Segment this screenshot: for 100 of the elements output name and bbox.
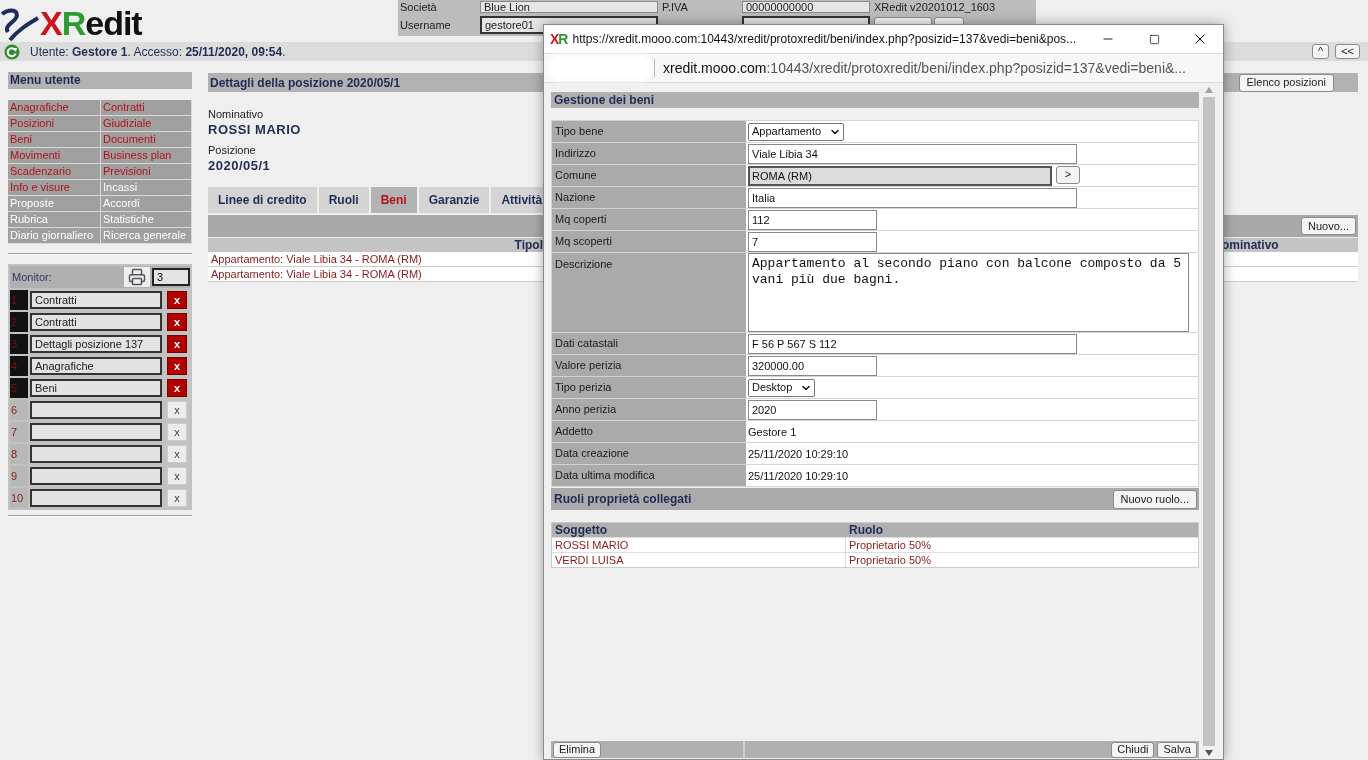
menu-header: Menu utente bbox=[8, 72, 192, 89]
table-cell[interactable]: VERDI LUISA bbox=[552, 553, 846, 567]
field-label: Username bbox=[399, 17, 452, 33]
column-header: Ruolo bbox=[848, 523, 884, 537]
table-cell[interactable]: Appartamento: Viale Libia 34 - ROMA (RM) bbox=[208, 267, 422, 281]
slot-number: 3 bbox=[10, 334, 28, 354]
close-button[interactable]: x bbox=[167, 313, 187, 331]
menu-item: Proposte bbox=[8, 196, 101, 212]
field-value: 25/11/2020 10:29:10 bbox=[748, 468, 849, 483]
close-button[interactable]: x bbox=[167, 335, 187, 353]
slot-number: 1 bbox=[10, 290, 28, 310]
section-header: Ruoli proprietà collegati bbox=[554, 491, 692, 508]
column-header: Soggetto bbox=[554, 523, 608, 537]
footer-button[interactable]: Chiudi bbox=[1111, 741, 1155, 758]
logo-swoosh-icon bbox=[0, 6, 40, 42]
close-button[interactable]: x bbox=[167, 357, 187, 375]
slot-number: 8 bbox=[10, 444, 28, 464]
field-label: Addetto bbox=[552, 421, 746, 442]
field-label: Data ultima modifica bbox=[552, 465, 746, 486]
close-button[interactable]: x bbox=[167, 445, 187, 463]
new-button[interactable]: Nuovo... bbox=[1301, 217, 1356, 235]
menu-item: Rubrica bbox=[8, 212, 101, 228]
slot-field[interactable]: Contratti bbox=[30, 313, 162, 331]
address-text: xredit.mooo.com:10443/xredit/protoxredit/beni/index.php?posizid=137&vedi=beni&... bbox=[663, 58, 1186, 78]
menu-item: Incassi bbox=[101, 180, 192, 196]
slot-field[interactable] bbox=[30, 489, 162, 507]
field-value: Gestore 1 bbox=[748, 424, 797, 439]
nav-button[interactable]: << bbox=[1335, 44, 1360, 59]
slot-number: 2 bbox=[10, 312, 28, 332]
table-cell[interactable]: Proprietario 50% bbox=[846, 553, 1198, 567]
logo-text: XRedit bbox=[40, 4, 142, 42]
slot-number: 4 bbox=[10, 356, 28, 376]
field-label: Società bbox=[399, 0, 438, 13]
field-label: Data creazione bbox=[552, 443, 746, 464]
field-label: Anno perizia bbox=[552, 399, 746, 420]
slot-field[interactable] bbox=[30, 445, 162, 463]
input-field[interactable]: 00000000000 bbox=[742, 0, 870, 13]
field-label: P.IVA bbox=[661, 0, 689, 13]
select-field[interactable]: Desktop bbox=[748, 378, 816, 397]
close-button[interactable]: x bbox=[167, 467, 187, 485]
field-label: Valore perizia bbox=[552, 355, 746, 376]
tab[interactable]: Garanzie bbox=[418, 187, 490, 213]
field-label: Posizione bbox=[208, 143, 256, 157]
slot-field[interactable]: Dettagli posizione 137 bbox=[30, 335, 162, 353]
slot-field[interactable] bbox=[30, 467, 162, 485]
table-cell[interactable]: Proprietario 50% bbox=[846, 538, 1198, 552]
close-button[interactable]: x bbox=[167, 489, 187, 507]
close-button[interactable]: x bbox=[167, 401, 187, 419]
field-label: Tipo perizia bbox=[552, 377, 746, 398]
field-label: Indirizzo bbox=[552, 143, 746, 164]
lookup-button[interactable]: > bbox=[1056, 165, 1080, 184]
menu-item: Accordi bbox=[101, 196, 192, 212]
slot-field[interactable]: Beni bbox=[30, 379, 162, 397]
field-label: Nominativo bbox=[208, 107, 264, 121]
nav-button[interactable]: ^ bbox=[1311, 44, 1330, 59]
field-value: ROSSI MARIO bbox=[208, 121, 301, 139]
delete-button[interactable]: Elimina bbox=[553, 741, 602, 758]
select-field[interactable]: Appartamento bbox=[748, 122, 845, 141]
field-label: Tipo bene bbox=[552, 121, 746, 142]
input-field[interactable]: 320000.00 bbox=[748, 355, 877, 376]
field-value: 25/11/2020 10:29:10 bbox=[748, 446, 849, 461]
scroll-down-icon[interactable] bbox=[1205, 750, 1213, 756]
new-role-button[interactable]: Nuovo ruolo... bbox=[1112, 489, 1197, 509]
app-icon: XR bbox=[550, 32, 568, 46]
input-field[interactable]: Italia bbox=[748, 187, 1077, 208]
field-label: Mq coperti bbox=[552, 209, 746, 230]
refresh-icon[interactable] bbox=[4, 43, 20, 60]
table-cell[interactable]: Appartamento: Viale Libia 34 - ROMA (RM) bbox=[208, 252, 422, 266]
slot-number: 7 bbox=[10, 422, 28, 442]
slot-field[interactable] bbox=[30, 423, 162, 441]
close-button[interactable]: x bbox=[167, 379, 187, 397]
footer-button[interactable]: Salva bbox=[1157, 741, 1197, 758]
input-field[interactable]: 2020 bbox=[748, 399, 877, 420]
session-text: Utente: Gestore 1. Accesso: 25/11/2020, 09:54. bbox=[30, 43, 286, 61]
slot-field[interactable] bbox=[30, 401, 162, 419]
printer-icon[interactable] bbox=[124, 267, 150, 287]
input-field[interactable]: Blue Lion bbox=[480, 0, 658, 13]
menu-item: Statistiche bbox=[101, 212, 192, 228]
input-field[interactable]: 112 bbox=[748, 209, 877, 230]
field-label: Descrizione bbox=[552, 253, 746, 332]
field-label: Mq scoperti bbox=[552, 231, 746, 252]
input-field[interactable]: Viale Libia 34 bbox=[748, 143, 1077, 164]
input-field: ROMA (RM) bbox=[748, 165, 1052, 186]
list-button[interactable]: Elenco posizioni bbox=[1238, 73, 1334, 92]
menu-item: Diario giornaliero bbox=[8, 228, 101, 244]
input-field[interactable]: F 56 P 567 S 112 bbox=[748, 333, 1077, 354]
window-title: https://xredit.mooo.com:10443/xredit/protoxredit/beni/index.php?posizid=137&vedi=beni&pos... bbox=[572, 31, 1077, 48]
tab[interactable]: Ruoli bbox=[318, 187, 369, 213]
slot-field[interactable]: Anagrafiche bbox=[30, 357, 162, 375]
slot-number: 9 bbox=[10, 466, 28, 486]
description-field[interactable]: Appartamento al secondo piano con balcone composto da 5 vani più due bagni. bbox=[748, 253, 1189, 332]
count-field[interactable]: 3 bbox=[152, 268, 190, 286]
input-field[interactable]: 7 bbox=[748, 231, 877, 252]
slot-field[interactable]: Contratti bbox=[30, 291, 162, 309]
close-button[interactable]: x bbox=[167, 291, 187, 309]
tab[interactable]: Linee di credito bbox=[208, 187, 317, 213]
slot-number: 5 bbox=[10, 378, 28, 398]
close-button[interactable]: x bbox=[167, 423, 187, 441]
field-label: Nazione bbox=[552, 187, 746, 208]
slot-number: 6 bbox=[10, 400, 28, 420]
